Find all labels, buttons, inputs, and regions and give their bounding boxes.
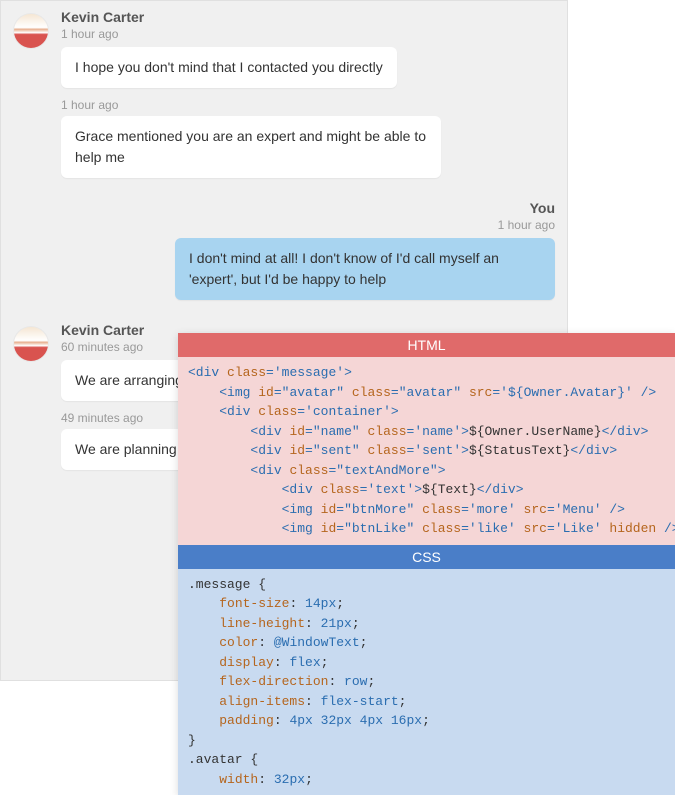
avatar-spacer <box>13 116 49 178</box>
message-group-incoming: Kevin Carter 1 hour ago I hope you don't… <box>1 1 567 88</box>
bubble-wrap: I don't mind at all! I don't know of I'd… <box>95 238 555 300</box>
message-continuation: Grace mentioned you are an expert and mi… <box>1 116 567 178</box>
css-code-block[interactable]: .message { font-size: 14px; line-height:… <box>178 569 675 795</box>
html-header: HTML <box>178 333 675 357</box>
avatar-spacer <box>13 429 49 470</box>
avatar[interactable] <box>13 326 49 362</box>
message-column: Kevin Carter 1 hour ago I hope you don't… <box>61 9 521 88</box>
timestamp: 1 hour ago <box>61 98 567 112</box>
message-bubble[interactable]: Grace mentioned you are an expert and mi… <box>61 116 441 178</box>
bubble-wrap: Grace mentioned you are an expert and mi… <box>61 116 521 178</box>
message-bubble[interactable]: I hope you don't mind that I contacted y… <box>61 47 397 88</box>
message-column: Grace mentioned you are an expert and mi… <box>61 116 521 178</box>
html-code-block[interactable]: <div class='message'> <img id="avatar" c… <box>178 357 675 545</box>
css-header: CSS <box>178 545 675 569</box>
message-bubble[interactable]: I don't mind at all! I don't know of I'd… <box>175 238 555 300</box>
message-column: You 1 hour ago I don't mind at all! I do… <box>95 200 555 300</box>
avatar[interactable] <box>13 13 49 49</box>
timestamp: 1 hour ago <box>95 218 555 232</box>
bubble-wrap: I hope you don't mind that I contacted y… <box>61 47 521 88</box>
message-group-outgoing: You 1 hour ago I don't mind at all! I do… <box>1 192 567 300</box>
sender-name: Kevin Carter <box>61 9 521 25</box>
code-panel: HTML <div class='message'> <img id="avat… <box>178 333 675 795</box>
timestamp: 1 hour ago <box>61 27 521 41</box>
sender-name: You <box>95 200 555 216</box>
message-bubble[interactable]: We are arranging <box>61 360 197 401</box>
